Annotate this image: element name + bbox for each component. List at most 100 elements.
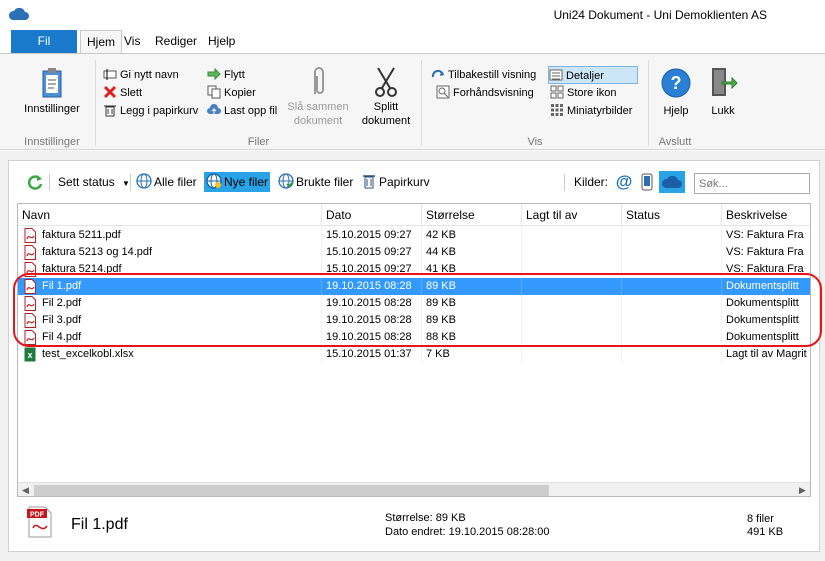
split-document-button[interactable]: Splitt dokument — [356, 66, 416, 128]
search-input[interactable] — [694, 173, 810, 194]
table-row[interactable]: Fil 1.pdf 19.10.2015 08:28 89 KB Dokumentsp… — [18, 278, 810, 295]
cell-name: Fil 4.pdf — [18, 329, 322, 346]
scroll-left-icon[interactable]: ◀ — [18, 483, 33, 496]
details-view-button[interactable]: Detaljer — [548, 66, 638, 84]
split-label-1: Splitt — [373, 101, 399, 113]
email-source-icon[interactable]: @ — [614, 172, 634, 192]
cell-description: Dokumentsplitt — [726, 280, 799, 292]
globe-icon — [136, 173, 152, 189]
move-button[interactable]: Flytt — [207, 66, 245, 84]
column-header-size[interactable]: Størrelse — [422, 204, 522, 226]
help-label: Hjelp — [663, 105, 689, 117]
cell-status — [622, 278, 722, 295]
cell-name: Fil 3.pdf — [18, 312, 322, 329]
copy-button[interactable]: Kopier — [207, 84, 256, 102]
file-tab[interactable]: Fil — [11, 30, 77, 53]
selected-file-name: Fil 1.pdf — [71, 516, 128, 533]
merge-document-button[interactable]: Slå sammen dokument — [284, 66, 352, 128]
group-label-filer: Filer — [247, 136, 270, 148]
pdf-file-icon — [24, 330, 36, 345]
cell-added-by — [522, 261, 622, 278]
column-header-status[interactable]: Status — [622, 204, 722, 226]
selected-file-size: Størrelse: 89 KB — [385, 512, 466, 524]
settings-button[interactable]: Innstillinger — [18, 68, 86, 116]
preview-button[interactable]: Forhåndsvisning — [436, 84, 534, 102]
cell-status — [622, 329, 722, 346]
column-header-description[interactable]: Beskrivelse — [722, 204, 810, 226]
upload-cloud-icon — [207, 104, 221, 115]
scroll-right-icon[interactable]: ▶ — [795, 483, 810, 496]
table-row[interactable]: faktura 5211.pdf 15.10.2015 09:27 42 KB VS:… — [18, 227, 810, 244]
scrollbar-thumb[interactable] — [34, 485, 549, 496]
cell-added-by — [522, 244, 622, 261]
cell-description: Dokumentsplitt — [726, 331, 799, 343]
cell-date: 19.10.2015 08:28 — [322, 295, 422, 312]
cell-name: Fil 1.pdf — [18, 278, 322, 295]
table-row[interactable]: Fil 4.pdf 19.10.2015 08:28 88 KB Dokumentsp… — [18, 329, 810, 346]
table-row[interactable]: Fil 3.pdf 19.10.2015 08:28 89 KB Dokumentsp… — [18, 312, 810, 329]
set-status-dropdown[interactable]: Sett status ▼ — [58, 172, 130, 192]
table-row[interactable]: faktura 5214.pdf 15.10.2015 09:27 41 KB VS:… — [18, 261, 810, 278]
column-header-row: Navn Dato Størrelse Lagt til av Status B… — [18, 204, 810, 226]
file-count: 8 filer — [747, 513, 774, 525]
excel-file-icon: x — [24, 347, 36, 362]
trash-icon — [363, 175, 375, 189]
cell-added-by — [522, 278, 622, 295]
cell-added-by — [522, 295, 622, 312]
thumbnails-button[interactable]: Miniatyrbilder — [550, 102, 632, 120]
cell-size: 89 KB — [422, 295, 522, 312]
toolbar-separator — [564, 174, 565, 191]
cell-description: Dokumentsplitt — [726, 314, 799, 326]
filter-used-files[interactable]: Brukte filer — [278, 172, 353, 192]
trash-icon — [104, 105, 116, 117]
filter-new-files[interactable]: Nye filer — [204, 172, 271, 192]
column-header-added-by[interactable]: Lagt til av — [522, 204, 622, 226]
cell-size: 88 KB — [422, 329, 522, 346]
ribbon-separator — [421, 60, 422, 146]
cell-name: faktura 5214.pdf — [18, 261, 322, 278]
thumbnails-label: Miniatyrbilder — [567, 105, 633, 117]
toolbar-separator — [130, 174, 131, 191]
toolbar-separator — [49, 174, 50, 191]
filter-trash[interactable]: Papirkurv — [362, 172, 430, 192]
reset-view-label: Tilbakestill visning — [448, 69, 537, 81]
filter-all-files[interactable]: Alle filer — [136, 172, 197, 192]
refresh-icon[interactable] — [26, 173, 44, 191]
file-list[interactable]: Navn Dato Størrelse Lagt til av Status B… — [17, 203, 811, 497]
details-label: Detaljer — [566, 70, 604, 82]
table-row[interactable]: Fil 2.pdf 19.10.2015 08:28 89 KB Dokumentsp… — [18, 295, 810, 312]
cell-description: VS: Faktura Fra — [726, 263, 804, 275]
tab-rediger[interactable]: Rediger — [149, 30, 203, 54]
tab-vis[interactable]: Vis — [118, 30, 146, 54]
trash-label: Legg i papirkurv — [120, 105, 199, 117]
cell-date: 15.10.2015 09:27 — [322, 227, 422, 244]
cloud-source-button[interactable] — [659, 171, 685, 193]
cell-date: 19.10.2015 08:28 — [322, 312, 422, 329]
rename-button[interactable]: Gi nytt navn — [103, 66, 179, 84]
selected-file-date: Dato endret: 19.10.2015 08:28:00 — [385, 526, 550, 538]
copy-icon — [207, 85, 221, 99]
close-label: Lukk — [711, 105, 735, 117]
tab-hjem[interactable]: Hjem — [80, 30, 123, 54]
cell-size: 41 KB — [422, 261, 522, 278]
column-header-name[interactable]: Navn — [18, 204, 322, 226]
reset-view-button[interactable]: Tilbakestill visning — [431, 66, 536, 84]
tab-hjelp[interactable]: Hjelp — [202, 30, 241, 54]
table-row[interactable]: faktura 5213 og 14.pdf 15.10.2015 09:27 44… — [18, 244, 810, 261]
large-icons-button[interactable]: Store ikon — [550, 84, 617, 102]
cell-name: faktura 5211.pdf — [18, 227, 322, 244]
cell-date: 19.10.2015 08:28 — [322, 329, 422, 346]
pdf-file-icon — [24, 279, 36, 294]
column-header-date[interactable]: Dato — [322, 204, 422, 226]
phone-source-icon[interactable] — [640, 173, 654, 191]
pdf-file-icon: PDF — [27, 506, 52, 538]
close-button[interactable]: Lukk — [704, 66, 742, 118]
svg-text:PDF: PDF — [30, 512, 45, 519]
horizontal-scrollbar[interactable]: ◀ ▶ — [18, 482, 810, 496]
trash-button[interactable]: Legg i papirkurv — [103, 102, 198, 120]
upload-button[interactable]: Last opp fil — [207, 102, 277, 120]
table-row[interactable]: test_excelkobl.xlsx 15.10.2015 01:37 7 KB L… — [18, 346, 810, 363]
help-button[interactable]: ? Hjelp — [656, 68, 696, 118]
cell-status — [622, 346, 722, 363]
delete-button[interactable]: Slett — [103, 84, 142, 102]
